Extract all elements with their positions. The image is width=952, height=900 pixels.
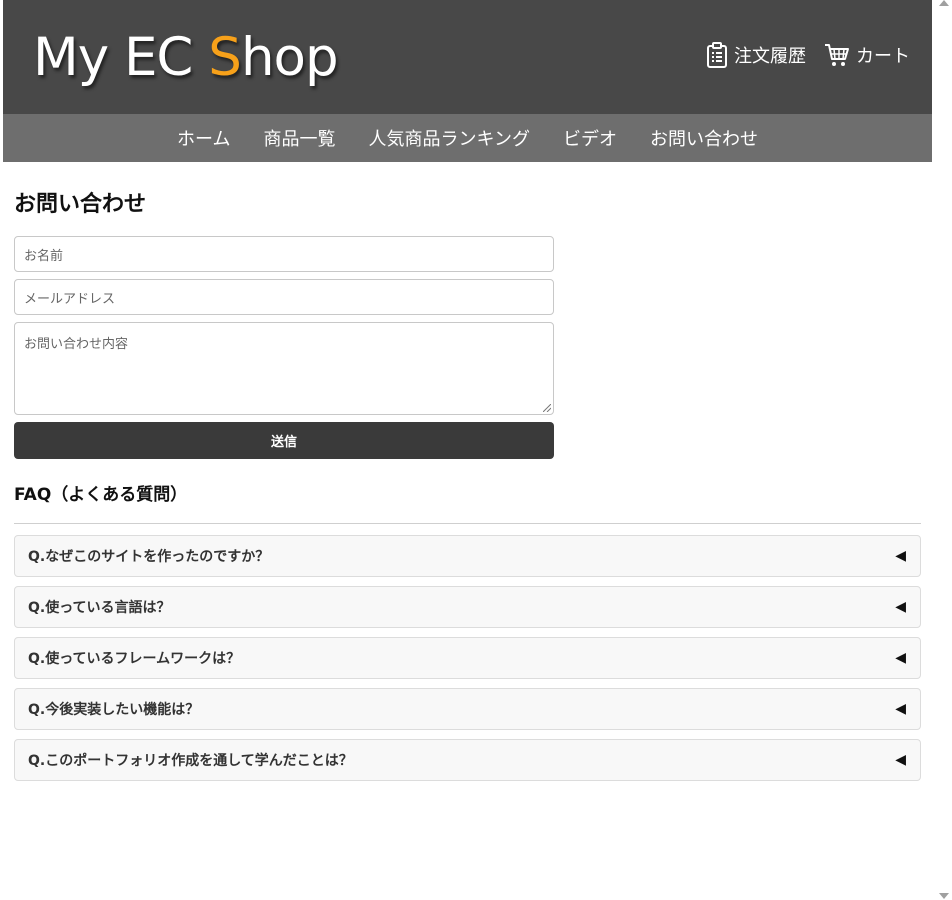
page-scrollbar[interactable] (936, 0, 952, 900)
faq-question: Q.使っている言語は？ (28, 600, 171, 616)
page: My EC Shop 注文履歴 カート ホーム 商品一覧 人気商品ランキング ビ… (3, 0, 932, 900)
faq-question: Q.なぜこのサイトを作ったのですか？ (28, 549, 270, 565)
submit-button[interactable]: 送信 (14, 422, 554, 459)
order-history-link[interactable]: 注文履歴 (706, 42, 806, 68)
faq-title: FAQ（よくある質問） (14, 485, 188, 505)
faq-question: Q.このポートフォリオ作成を通して学んだことは？ (28, 753, 353, 769)
expand-arrow-icon: ◀ (895, 752, 906, 768)
header-links: 注文履歴 カート (706, 42, 910, 68)
logo-text-prefix: My EC (33, 27, 209, 88)
expand-arrow-icon: ◀ (895, 701, 906, 717)
clipboard-icon (706, 42, 728, 68)
faq-item[interactable]: Q.使っている言語は？ ◀ (14, 586, 921, 628)
email-field[interactable]: メールアドレス (14, 279, 554, 315)
order-history-label: 注文履歴 (734, 46, 806, 67)
message-textarea[interactable]: お問い合わせ内容 (14, 322, 554, 415)
nav-item-home[interactable]: ホーム (177, 125, 230, 151)
main-nav: ホーム 商品一覧 人気商品ランキング ビデオ お問い合わせ (3, 114, 932, 162)
expand-arrow-icon: ◀ (895, 650, 906, 666)
contact-form: お名前 メールアドレス お問い合わせ内容 送信 (14, 236, 554, 459)
faq-list: Q.なぜこのサイトを作ったのですか？ ◀ Q.使っている言語は？ ◀ Q.使って… (14, 535, 921, 790)
faq-item[interactable]: Q.今後実装したい機能は？ ◀ (14, 688, 921, 730)
scroll-down-icon[interactable] (939, 893, 949, 899)
scrollbar-thumb[interactable] (940, 12, 948, 872)
message-placeholder: お問い合わせ内容 (24, 337, 129, 352)
faq-item[interactable]: Q.このポートフォリオ作成を通して学んだことは？ ◀ (14, 739, 921, 781)
faq-divider (14, 523, 921, 524)
name-field[interactable]: お名前 (14, 236, 554, 272)
resize-handle-icon[interactable] (543, 404, 551, 412)
nav-item-video[interactable]: ビデオ (563, 125, 617, 151)
logo-text-suffix: hop (240, 27, 339, 88)
faq-question: Q.今後実装したい機能は？ (28, 702, 200, 718)
nav-item-contact[interactable]: お問い合わせ (650, 125, 758, 151)
faq-item[interactable]: Q.なぜこのサイトを作ったのですか？ ◀ (14, 535, 921, 577)
site-header: My EC Shop 注文履歴 カート (3, 0, 932, 114)
faq-question: Q.使っているフレームワークは？ (28, 651, 241, 667)
logo-text-accent: S (208, 27, 242, 88)
nav-item-products[interactable]: 商品一覧 (264, 125, 336, 151)
scroll-up-icon[interactable] (939, 0, 949, 6)
cart-link[interactable]: カート (824, 42, 910, 68)
cart-label: カート (856, 46, 910, 67)
expand-arrow-icon: ◀ (895, 599, 906, 615)
site-logo[interactable]: My EC Shop (33, 26, 339, 90)
cart-icon (824, 42, 850, 68)
faq-item[interactable]: Q.使っているフレームワークは？ ◀ (14, 637, 921, 679)
name-placeholder: お名前 (24, 248, 64, 264)
page-title: お問い合わせ (14, 192, 147, 217)
nav-item-ranking[interactable]: 人気商品ランキング (369, 125, 530, 151)
email-placeholder: メールアドレス (24, 291, 116, 307)
expand-arrow-icon: ◀ (895, 548, 906, 564)
